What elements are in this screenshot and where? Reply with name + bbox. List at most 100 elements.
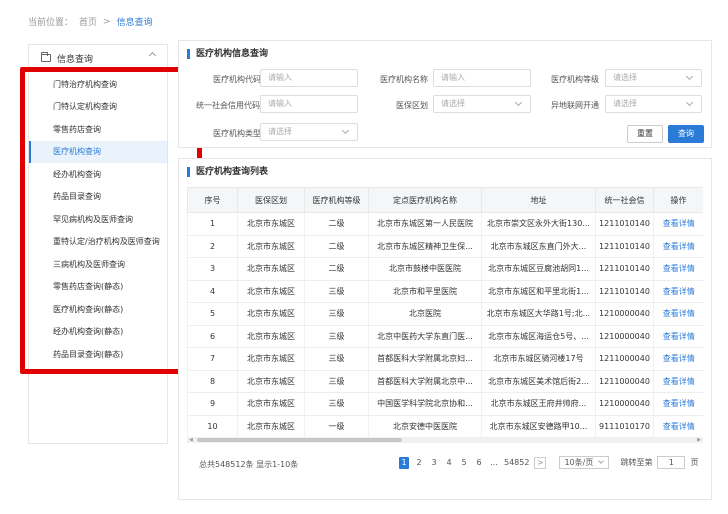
sidebar-item[interactable]: 零售药店查询(静态) <box>29 276 167 299</box>
page-number[interactable]: 4 <box>444 457 454 469</box>
page-number[interactable]: 2 <box>414 457 424 469</box>
sidebar-item[interactable]: 罕见病机构及医师查询 <box>29 208 167 231</box>
type-label: 医疗机构类型 <box>213 129 261 138</box>
name-label: 医疗机构名称 <box>380 75 428 84</box>
goto-page-input[interactable]: 1 <box>657 456 686 469</box>
table-cell: 三级 <box>304 325 369 348</box>
scrollbar-thumb[interactable] <box>197 438 402 442</box>
sidebar-item[interactable]: 药品目录查询 <box>29 186 167 209</box>
chevron-up-icon[interactable] <box>148 51 157 60</box>
sidebar-item[interactable]: 医疗机构查询 <box>29 140 167 163</box>
table-cell: 北京市东城区和平里北街1... <box>481 280 596 303</box>
view-details-link[interactable]: 查看详情 <box>653 347 703 371</box>
table-cell: 二级 <box>304 212 369 236</box>
breadcrumb-home-link[interactable]: 首页 <box>79 15 97 28</box>
goto-label: 跳转至第 <box>620 458 653 467</box>
list-panel-title: 医疗机构查询列表 <box>187 167 268 177</box>
column-header: 序号 <box>187 187 238 213</box>
table-cell: 北京市东城区大华路1号;北... <box>481 302 596 326</box>
table-cell: 1 <box>187 212 238 236</box>
view-details-link[interactable]: 查看详情 <box>653 302 703 326</box>
pagination-ellipsis: ... <box>490 457 498 467</box>
view-details-link[interactable]: 查看详情 <box>653 325 703 348</box>
reset-button[interactable]: 重置 <box>627 125 663 143</box>
sidebar-item[interactable]: 三病机构及医师查询 <box>29 253 167 276</box>
code-label: 医疗机构代码 <box>213 75 261 84</box>
code-input[interactable]: 请输入 <box>260 69 358 87</box>
table-row: 5 北京市东城区 三级 北京医院 北京市东城区大华路1号;北... 1210000040 查… <box>187 302 703 326</box>
page-number[interactable]: 6 <box>474 457 484 469</box>
table-cell: 1211010140 <box>595 235 654 258</box>
folder-icon <box>41 52 51 62</box>
results-table-wrapper: 序号 医保区划 医疗机构等级 定点医疗机构名称 地址 统一社会信 操作 1 北京市东城区 二级北… <box>187 187 703 439</box>
view-details-link[interactable]: 查看详情 <box>653 280 703 303</box>
sidebar-item[interactable]: 门特认定机构查询 <box>29 96 167 119</box>
sidebar-item[interactable]: 门特治疗机构查询 <box>29 73 167 96</box>
table-cell: 5 <box>187 302 238 326</box>
table-cell: 北京市东城区 <box>237 235 305 258</box>
table-row: 3 北京市东城区 二级 北京市鼓楼中医医院 北京市东城区豆腐池胡同1... 1211010… <box>187 257 703 281</box>
page-number[interactable]: 1 <box>399 456 409 469</box>
view-details-link[interactable]: 查看详情 <box>653 235 703 258</box>
region-select[interactable]: 请选择 <box>433 95 531 113</box>
sidebar-item[interactable]: 经办机构查询(静态) <box>29 321 167 344</box>
remote-label: 异地联网开通 <box>551 101 599 110</box>
table-cell: 北京市东城区 <box>237 212 305 236</box>
sidebar-item[interactable]: 医疗机构查询(静态) <box>29 298 167 321</box>
view-details-link[interactable]: 查看详情 <box>653 257 703 281</box>
table-cell: 首都医科大学附属北京妇... <box>368 347 482 371</box>
sidebar-item[interactable]: 药品目录查询(静态) <box>29 343 167 366</box>
scroll-right-icon[interactable]: ▶ <box>697 438 701 443</box>
column-header: 统一社会信 <box>595 187 654 213</box>
page-number[interactable]: 5 <box>459 457 469 469</box>
scroll-left-icon[interactable]: ◀ <box>189 438 193 443</box>
breadcrumb-current: 信息查询 <box>116 18 153 28</box>
remote-select[interactable]: 请选择 <box>605 95 702 113</box>
table-cell: 三级 <box>304 302 369 326</box>
table-cell: 1210000040 <box>595 302 654 326</box>
table-cell: 10 <box>187 415 238 438</box>
table-cell: 6 <box>187 325 238 348</box>
table-cell: 1211010140 <box>595 280 654 303</box>
view-details-link[interactable]: 查看详情 <box>653 212 703 236</box>
query-button[interactable]: 查询 <box>668 125 704 143</box>
column-header: 定点医疗机构名称 <box>368 187 482 213</box>
level-label: 医疗机构等级 <box>551 75 599 84</box>
table-cell: 三级 <box>304 370 369 393</box>
page-numbers: 123456 <box>399 456 484 469</box>
type-select[interactable]: 请选择 <box>260 123 358 141</box>
search-panel-title: 医疗机构信息查询 <box>187 49 268 59</box>
table-row: 10 北京市东城区 一级 北京安德中医医院 北京市东城区安德路甲10... 9111010… <box>187 415 703 438</box>
credit-input[interactable]: 请输入 <box>260 95 358 113</box>
next-page-button[interactable]: > <box>534 456 547 469</box>
sidebar-item[interactable]: 重特认定/治疗机构及医师查询 <box>29 231 167 254</box>
table-cell: 1211000040 <box>595 347 654 371</box>
table-cell: 4 <box>187 280 238 303</box>
table-cell: 8 <box>187 370 238 393</box>
table-cell: 北京市东城区 <box>237 302 305 326</box>
page-size-select[interactable]: 10条/页 <box>559 456 610 469</box>
breadcrumb: 当前位置： 首页 > 信息查询 <box>28 15 153 29</box>
table-cell: 北京市东城区骑河楼17号 <box>481 347 596 371</box>
level-select[interactable]: 请选择 <box>605 69 702 87</box>
page-number[interactable]: 3 <box>429 457 439 469</box>
table-row: 8 北京市东城区 三级 首都医科大学附属北京中... 北京市东城区美术馆后街2... 12… <box>187 370 703 393</box>
column-header: 医疗机构等级 <box>304 187 369 213</box>
table-cell: 北京中医药大学东直门医... <box>368 325 482 348</box>
sidebar-group-header[interactable]: 信息查询 <box>29 45 167 71</box>
sidebar-menu: 门特治疗机构查询 门特认定机构查询 零售药店查询 医疗机构查询 经办机构查询 药品目录查询… <box>29 73 167 366</box>
view-details-link[interactable]: 查看详情 <box>653 392 703 416</box>
table-cell: 中国医学科学院北京协和... <box>368 392 482 416</box>
sidebar-item[interactable]: 零售药店查询 <box>29 118 167 141</box>
table-cell: 3 <box>187 257 238 281</box>
table-cell: 北京市东城区 <box>237 257 305 281</box>
sidebar-item[interactable]: 经办机构查询 <box>29 163 167 186</box>
view-details-link[interactable]: 查看详情 <box>653 415 703 438</box>
table-cell: 9 <box>187 392 238 416</box>
column-header: 地址 <box>481 187 596 213</box>
name-input[interactable]: 请输入 <box>433 69 531 87</box>
view-details-link[interactable]: 查看详情 <box>653 370 703 393</box>
page-last[interactable]: 54852 <box>504 457 529 469</box>
breadcrumb-separator: > <box>103 16 111 27</box>
horizontal-scrollbar[interactable]: ◀ ▶ <box>187 437 703 443</box>
